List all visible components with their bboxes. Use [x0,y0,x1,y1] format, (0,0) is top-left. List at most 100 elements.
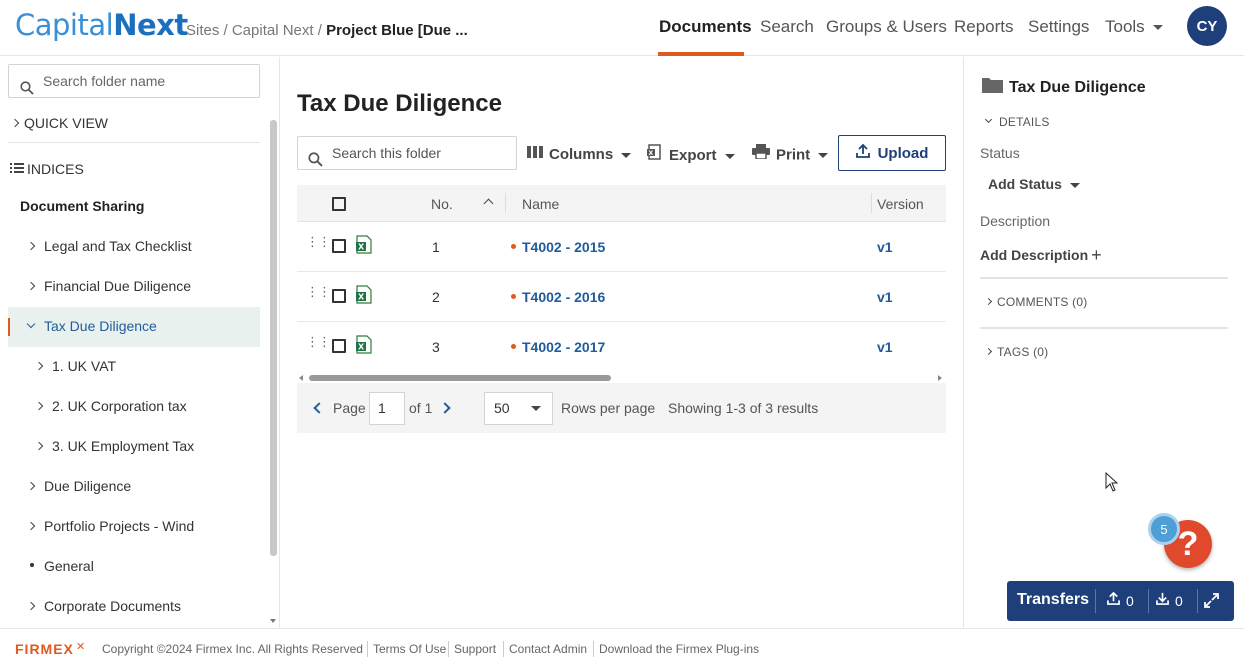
sidebar-item-financial-due-diligence[interactable]: Financial Due Diligence [26,278,191,294]
select-all-checkbox[interactable] [332,197,346,211]
sidebar-item-uk-employment-tax[interactable]: 3. UK Employment Tax [34,438,194,454]
version-link[interactable]: v1 [877,339,893,355]
pagination-bar: Page 1 of 1 50 Rows per page Showing 1-3… [297,383,946,433]
scrollbar-thumb[interactable] [309,375,611,381]
download-plugins-link[interactable]: Download the Firmex Plug-ins [599,642,759,656]
mouse-cursor-icon [1105,471,1119,497]
column-header-no[interactable]: No. [431,196,453,212]
chevron-right-icon [34,362,44,371]
upload-count[interactable]: 0 [1107,592,1134,610]
breadcrumb-prefix[interactable]: Sites / Capital Next / [186,22,322,39]
copyright-text: Copyright ©2024 Firmex Inc. All Rights R… [102,642,363,656]
nav-documents[interactable]: Documents [659,17,752,37]
terms-of-use-link[interactable]: Terms Of Use [373,642,446,656]
details-section-toggle[interactable]: DETAILS [984,115,1050,129]
sidebar-item-label: 1. UK VAT [52,358,117,374]
chevron-down-icon [984,116,993,124]
excel-file-icon: X [356,285,372,304]
table-row[interactable]: ⋮⋮ X 3 T4002 - 2017 v1 [297,322,946,372]
caret-down-icon [1069,182,1080,188]
folder-icon [982,77,1003,98]
sidebar-item-uk-vat[interactable]: 1. UK VAT [34,358,117,374]
notification-badge[interactable]: 5 [1148,513,1180,545]
quick-view-toggle[interactable]: QUICK VIEW [10,115,108,131]
chevron-right-icon [26,242,36,251]
user-avatar[interactable]: CY [1187,6,1227,46]
table-row[interactable]: ⋮⋮ X 2 T4002 - 2016 v1 [297,272,946,322]
tags-section-toggle[interactable]: TAGS (0) [984,345,1048,359]
transfers-widget[interactable]: Transfers 0 0 [1007,581,1234,621]
page-number-input[interactable]: 1 [369,392,405,425]
columns-icon [527,145,543,162]
support-link[interactable]: Support [454,642,496,656]
add-description-button[interactable]: Add Description + [980,244,1102,265]
table-row[interactable]: ⋮⋮ X 1 T4002 - 2015 v1 [297,222,946,272]
folder-contents-search-placeholder: Search this folder [332,145,441,161]
contact-admin-link[interactable]: Contact Admin [509,642,587,656]
caret-down-icon [621,152,632,158]
scroll-right-arrow-icon[interactable] [938,375,942,381]
sidebar-item-corporate-documents[interactable]: Corporate Documents [26,598,181,614]
divider [1095,589,1096,613]
previous-page-icon[interactable] [313,402,325,414]
sidebar-item-portfolio-projects-wind[interactable]: Portfolio Projects - Wind [26,518,194,534]
rows-per-page-value: 50 [494,400,510,416]
svg-text:X: X [358,243,365,252]
sidebar-item-label: Legal and Tax Checklist [44,238,192,254]
sidebar-item-legal-tax-checklist[interactable]: Legal and Tax Checklist [26,238,192,254]
columns-button[interactable]: Columns [527,145,632,164]
divider [367,641,368,657]
divider [980,327,1228,329]
sort-ascending-icon[interactable] [483,198,494,209]
nav-groups-users[interactable]: Groups & Users [826,17,947,37]
download-icon [1156,592,1169,608]
columns-label: Columns [549,146,614,163]
nav-settings[interactable]: Settings [1028,17,1089,37]
chevron-right-icon [34,402,44,411]
nav-tools[interactable]: Tools [1105,17,1163,37]
sidebar-item-general[interactable]: General [30,558,94,574]
sidebar-item-uk-corporation-tax[interactable]: 2. UK Corporation tax [34,398,187,414]
row-checkbox[interactable] [332,339,346,353]
row-checkbox[interactable] [332,239,346,253]
divider [8,142,260,143]
download-count[interactable]: 0 [1156,593,1183,610]
section-document-sharing[interactable]: Document Sharing [20,198,144,214]
breadcrumb-current: Project Blue [Due ... [326,22,468,39]
file-name-link[interactable]: T4002 - 2016 [511,289,605,305]
indices-header[interactable]: INDICES [10,161,84,178]
drag-handle-icon[interactable]: ⋮⋮ [306,235,331,248]
capitalnext-logo[interactable]: CapitalNext [15,8,188,42]
add-status-dropdown[interactable]: Add Status [988,176,1080,192]
drag-handle-icon[interactable]: ⋮⋮ [306,335,331,348]
folder-search-input[interactable]: Search folder name [8,64,260,98]
export-button[interactable]: X Export [647,144,735,166]
nav-search[interactable]: Search [760,17,814,37]
firmex-logo[interactable]: FIRMEX [15,641,74,657]
upload-button[interactable]: Upload [838,135,946,171]
print-button[interactable]: Print [752,144,829,165]
sidebar-item-label: General [44,558,94,574]
version-link[interactable]: v1 [877,289,893,305]
scroll-left-arrow-icon[interactable] [299,375,303,381]
drag-handle-icon[interactable]: ⋮⋮ [306,285,331,298]
details-title: Tax Due Diligence [982,77,1146,98]
column-header-version[interactable]: Version [877,196,924,212]
table-horizontal-scrollbar[interactable] [297,373,946,383]
export-icon: X [647,144,663,164]
comments-section-toggle[interactable]: COMMENTS (0) [984,295,1087,309]
next-page-icon[interactable] [439,402,451,414]
expand-icon[interactable] [1204,593,1219,611]
row-checkbox[interactable] [332,289,346,303]
file-name-link[interactable]: T4002 - 2015 [511,239,605,255]
nav-reports[interactable]: Reports [954,17,1014,37]
column-header-name[interactable]: Name [522,196,559,212]
scroll-down-arrow-icon[interactable] [270,619,276,623]
version-link[interactable]: v1 [877,239,893,255]
sidebar-item-due-diligence[interactable]: Due Diligence [26,478,131,494]
folder-contents-search-input[interactable]: Search this folder [297,136,517,170]
sidebar-scrollbar[interactable] [270,120,277,556]
sidebar-item-tax-due-diligence[interactable]: Tax Due Diligence [26,318,157,334]
file-name-link[interactable]: T4002 - 2017 [511,339,605,355]
rows-per-page-select[interactable]: 50 [484,392,553,425]
